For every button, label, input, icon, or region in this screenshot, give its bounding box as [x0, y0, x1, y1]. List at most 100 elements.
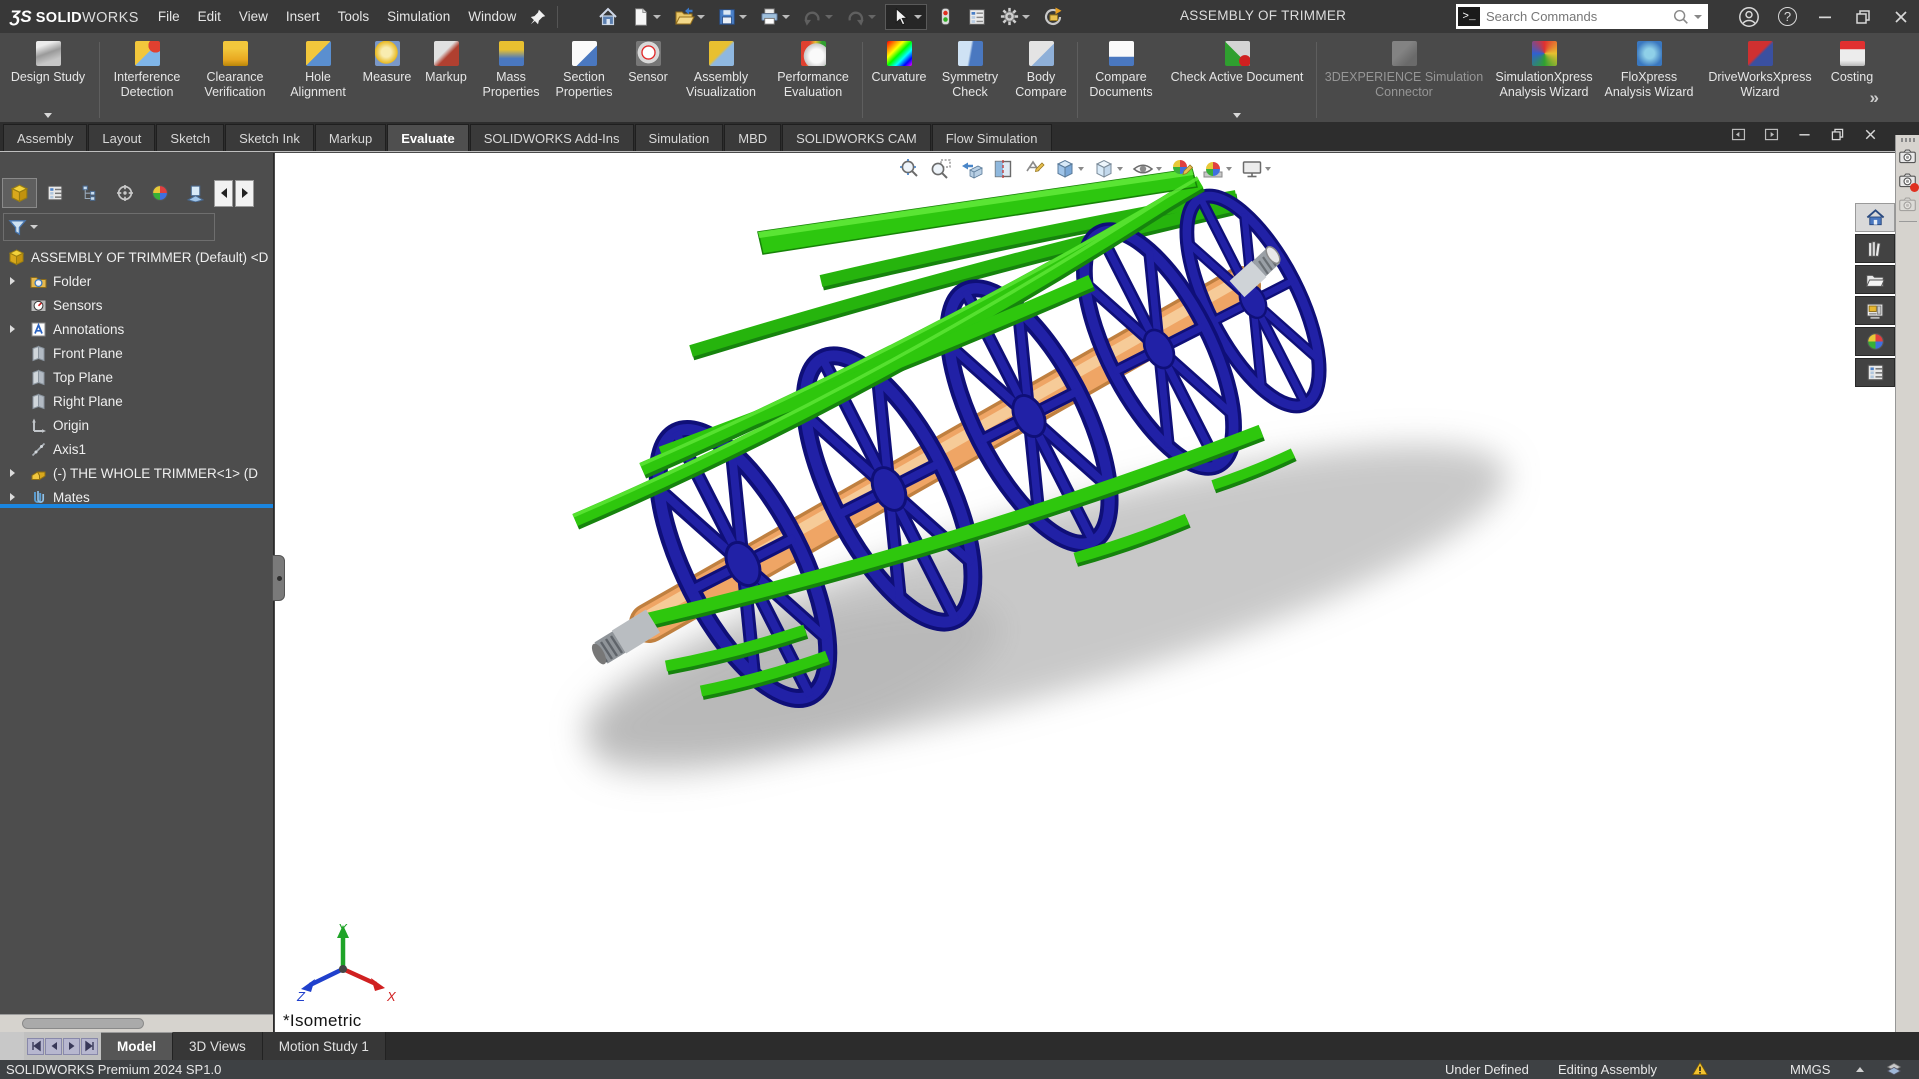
view-settings-dropdown-icon[interactable] — [1265, 167, 1271, 171]
edit-appearance-button[interactable] — [1171, 158, 1193, 180]
help-icon[interactable]: ? — [1778, 7, 1797, 26]
search-dropdown-icon[interactable] — [1694, 14, 1702, 19]
next-tab-button[interactable] — [63, 1037, 80, 1055]
appearances-scenes-tab[interactable] — [1855, 327, 1895, 356]
tree-item-the-whole-trimmer[interactable]: (-) THE WHOLE TRIMMER<1> (D — [0, 461, 273, 485]
search-commands-box[interactable]: >_ — [1456, 4, 1708, 29]
close-button[interactable] — [1891, 7, 1911, 27]
tab-solidworks-cam[interactable]: SOLIDWORKS CAM — [782, 124, 931, 151]
last-tab-button[interactable] — [81, 1037, 98, 1055]
ribbon-overflow-chevron[interactable]: » — [1870, 88, 1879, 108]
dimxpertmanager-tab[interactable] — [107, 178, 142, 208]
tab-flow-simulation[interactable]: Flow Simulation — [931, 124, 1052, 151]
expand-arrow-icon[interactable] — [10, 493, 15, 501]
menu-simulation[interactable]: Simulation — [378, 5, 459, 28]
units-dropdown-icon[interactable] — [1856, 1067, 1864, 1072]
print-button[interactable] — [756, 4, 793, 29]
tab-markup[interactable]: Markup — [314, 124, 387, 151]
previous-view-button[interactable] — [961, 158, 983, 180]
pin-menu-icon[interactable] — [529, 8, 547, 26]
tree-filter-box[interactable] — [3, 213, 215, 241]
panel-horizontal-scrollbar[interactable] — [0, 1014, 273, 1032]
custom-properties-tab[interactable] — [1855, 358, 1895, 387]
save-button[interactable] — [714, 5, 750, 29]
zoom-to-fit-button[interactable] — [899, 158, 921, 180]
screen-capture-button[interactable] — [1039, 4, 1067, 30]
file-properties-button[interactable] — [964, 5, 990, 29]
ribbon-button-driveworksxpress[interactable]: DriveWorksXpress Wizard — [1698, 38, 1822, 122]
new-document-button[interactable] — [628, 5, 664, 29]
view-orientation-dropdown-icon[interactable] — [1078, 167, 1084, 171]
units-text[interactable]: MMGS — [1790, 1062, 1830, 1077]
motion-study-tab[interactable]: Motion Study 1 — [262, 1032, 386, 1060]
menu-window[interactable]: Window — [459, 5, 525, 28]
dynamic-annotation-views-button[interactable] — [1023, 158, 1045, 180]
display-style-button[interactable] — [1093, 158, 1123, 180]
ribbon-button-sensor[interactable]: Sensor — [621, 38, 675, 122]
propertymanager-tab[interactable] — [37, 178, 72, 208]
menu-insert[interactable]: Insert — [277, 5, 329, 28]
ribbon-button-interference-detection[interactable]: Interference Detection — [103, 38, 191, 122]
tab-layout[interactable]: Layout — [88, 124, 156, 151]
open-dropdown-icon[interactable] — [697, 14, 706, 19]
tree-item-right-plane[interactable]: Right Plane — [0, 389, 273, 413]
ribbon-button-markup[interactable]: Markup — [417, 38, 475, 122]
file-explorer-tab[interactable] — [1855, 265, 1895, 294]
menu-file[interactable]: File — [149, 5, 189, 28]
select-tool-button[interactable] — [885, 3, 928, 30]
tree-item-axis1[interactable]: Axis1 — [0, 437, 273, 461]
screen-capture-icon[interactable] — [1898, 147, 1917, 166]
configurationmanager-tab[interactable] — [72, 178, 107, 208]
home-button[interactable] — [594, 4, 622, 30]
ribbon-button-check-active-document[interactable]: Check Active Document — [1161, 38, 1313, 122]
expand-arrow-icon[interactable] — [10, 325, 15, 333]
ribbon-button-symmetry-check[interactable]: Symmetry Check — [932, 38, 1008, 122]
save-dropdown-icon[interactable] — [739, 14, 748, 19]
tree-item-sensors[interactable]: Sensors — [0, 293, 273, 317]
tree-rollback-bar[interactable] — [0, 504, 273, 508]
tags-icon[interactable] — [1886, 1061, 1902, 1077]
tab-evaluate[interactable]: Evaluate — [387, 124, 469, 151]
panel-splitter-handle[interactable] — [272, 555, 285, 601]
featuremanager-tree-tab[interactable] — [2, 178, 37, 208]
view-settings-button[interactable] — [1241, 158, 1271, 180]
task-pane-grip[interactable] — [1900, 138, 1915, 142]
new-dropdown-icon[interactable] — [653, 14, 662, 19]
ribbon-button-design-study[interactable]: Design Study — [0, 38, 96, 122]
previous-tab-button[interactable] — [45, 1037, 62, 1055]
ribbon-button-compare-documents[interactable]: Compare Documents — [1081, 38, 1161, 122]
tab-sketch[interactable]: Sketch — [156, 124, 225, 151]
hide-show-items-button[interactable] — [1132, 158, 1162, 180]
section-view-button[interactable] — [992, 158, 1014, 180]
first-tab-button[interactable] — [27, 1037, 44, 1055]
doc-close-button[interactable] — [1862, 126, 1879, 143]
tree-item-top-plane[interactable]: Top Plane — [0, 365, 273, 389]
zoom-to-area-button[interactable] — [930, 158, 952, 180]
menu-view[interactable]: View — [230, 5, 277, 28]
options-button[interactable] — [996, 4, 1033, 29]
record-video-icon[interactable] — [1898, 171, 1919, 192]
ribbon-button-costing[interactable]: Costing — [1822, 38, 1882, 122]
doc-restore-button[interactable] — [1829, 126, 1846, 143]
restore-button[interactable] — [1853, 7, 1873, 27]
ribbon-button-performance-evaluation[interactable]: Performance Evaluation — [767, 38, 859, 122]
open-button[interactable] — [670, 4, 708, 30]
displaymanager-tab[interactable] — [142, 178, 177, 208]
tree-root-assembly[interactable]: ASSEMBLY OF TRIMMER (Default) <D — [0, 245, 273, 269]
collapse-panel-right-icon[interactable] — [1763, 126, 1780, 143]
tab-mbd[interactable]: MBD — [724, 124, 782, 151]
ribbon-button-section-properties[interactable]: Section Properties — [547, 38, 621, 122]
design-study-flyout-icon[interactable] — [44, 113, 52, 118]
search-icon[interactable] — [1672, 8, 1690, 26]
select-dropdown-icon[interactable] — [914, 14, 923, 19]
doc-minimize-button[interactable] — [1796, 126, 1813, 143]
ribbon-button-clearance-verification[interactable]: Clearance Verification — [191, 38, 279, 122]
tree-item-annotations[interactable]: Annotations — [0, 317, 273, 341]
ribbon-button-mass-properties[interactable]: Mass Properties — [475, 38, 547, 122]
model-tab[interactable]: Model — [101, 1032, 173, 1060]
collapse-panel-left-icon[interactable] — [1730, 126, 1747, 143]
ribbon-button-hole-alignment[interactable]: Hole Alignment — [279, 38, 357, 122]
ribbon-button-assembly-visualization[interactable]: Assembly Visualization — [675, 38, 767, 122]
ribbon-button-simulationxpress[interactable]: SimulationXpress Analysis Wizard — [1488, 38, 1600, 122]
view-orientation-button[interactable] — [1054, 158, 1084, 180]
